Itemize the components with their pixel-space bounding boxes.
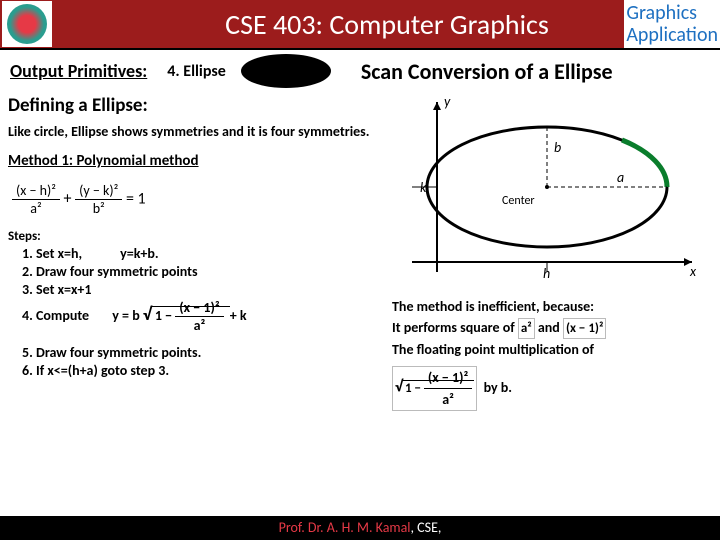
svg-text:k: k bbox=[420, 179, 427, 196]
step-2: Draw four symmetric points bbox=[36, 263, 382, 280]
svg-text:Center: Center bbox=[502, 194, 535, 208]
graphics-application-label: Graphics Application bbox=[624, 0, 720, 48]
ineff-line3: The floating point multiplication of bbox=[392, 339, 712, 360]
step-5: Draw four symmetric points. bbox=[36, 344, 382, 361]
ellipse-equation: (x − h)² a² + (y − k)² b² = 1 bbox=[8, 178, 382, 221]
content-area: Defining a Ellipse: Like circle, Ellipse… bbox=[0, 92, 720, 411]
app-label-line1: Graphics bbox=[626, 1, 697, 25]
step-1: Set x=h, y=k+b. bbox=[36, 245, 382, 262]
svg-text:a: a bbox=[617, 169, 624, 186]
eq-frac2: (y − k)² b² bbox=[75, 182, 122, 217]
inefficiency-text: The method is inefficient, because: It p… bbox=[392, 296, 712, 411]
steps-label: Steps: bbox=[8, 229, 382, 244]
ineff-line1: The method is inefficient, because: bbox=[392, 296, 712, 317]
output-primitives-label: Output Primitives: bbox=[10, 60, 147, 82]
eq-frac1: (x − h)² a² bbox=[12, 182, 60, 217]
x-minus-1-squared: (x − 1)² bbox=[563, 318, 606, 340]
logo-icon bbox=[7, 4, 47, 44]
step-6: If x<=(h+a) goto step 3. bbox=[36, 362, 382, 379]
svg-text:x: x bbox=[689, 263, 697, 280]
app-label-line2: Application bbox=[626, 23, 718, 47]
ineff-line4: √1 − (x − 1)² a² by b. bbox=[392, 366, 712, 411]
footer-rest: , CSE, bbox=[411, 519, 442, 536]
svg-text:h: h bbox=[543, 265, 550, 282]
footer-name: Prof. Dr. A. H. M. Kamal bbox=[279, 519, 411, 536]
steps-list-2: Draw four symmetric points. If x<=(h+a) … bbox=[8, 344, 382, 379]
header-bar: CSE 403: Computer Graphics Graphics Appl… bbox=[0, 0, 720, 50]
defining-ellipse-title: Defining a Ellipse: bbox=[8, 94, 382, 117]
step4-equation: y = b √1 − (x − 1)² a² + k bbox=[112, 299, 246, 334]
university-logo bbox=[2, 1, 52, 47]
step-4: Compute y = b √1 − (x − 1)² a² + k bbox=[36, 299, 382, 334]
svg-text:y: y bbox=[444, 93, 451, 110]
black-ellipse-icon bbox=[241, 54, 331, 88]
svg-text:b: b bbox=[554, 139, 561, 156]
ellipse-diagram: x y a b k h Center bbox=[392, 92, 702, 282]
course-title: CSE 403: Computer Graphics bbox=[54, 7, 720, 42]
intro-text: Like circle, Ellipse shows symmetries an… bbox=[8, 123, 382, 140]
a-squared: a² bbox=[518, 318, 535, 340]
method1-title: Method 1: Polynomial method bbox=[8, 152, 382, 170]
step-3: Set x=x+1 bbox=[36, 281, 382, 298]
ineff-line2: It performs square of a² and (x − 1)² bbox=[392, 317, 712, 339]
left-column: Defining a Ellipse: Like circle, Ellipse… bbox=[8, 92, 382, 411]
scan-conversion-title: Scan Conversion of a Ellipse bbox=[361, 58, 613, 85]
right-column: x y a b k h Center The method is ineffic… bbox=[392, 92, 712, 411]
footer-bar: Prof. Dr. A. H. M. Kamal, CSE, bbox=[0, 516, 720, 540]
ellipse-number-label: 4. Ellipse bbox=[167, 62, 226, 81]
sqrt-expression: √1 − (x − 1)² a² bbox=[392, 366, 477, 411]
subheader: Output Primitives: 4. Ellipse Scan Conve… bbox=[0, 50, 720, 92]
steps-list: Set x=h, y=k+b. Draw four symmetric poin… bbox=[8, 245, 382, 334]
